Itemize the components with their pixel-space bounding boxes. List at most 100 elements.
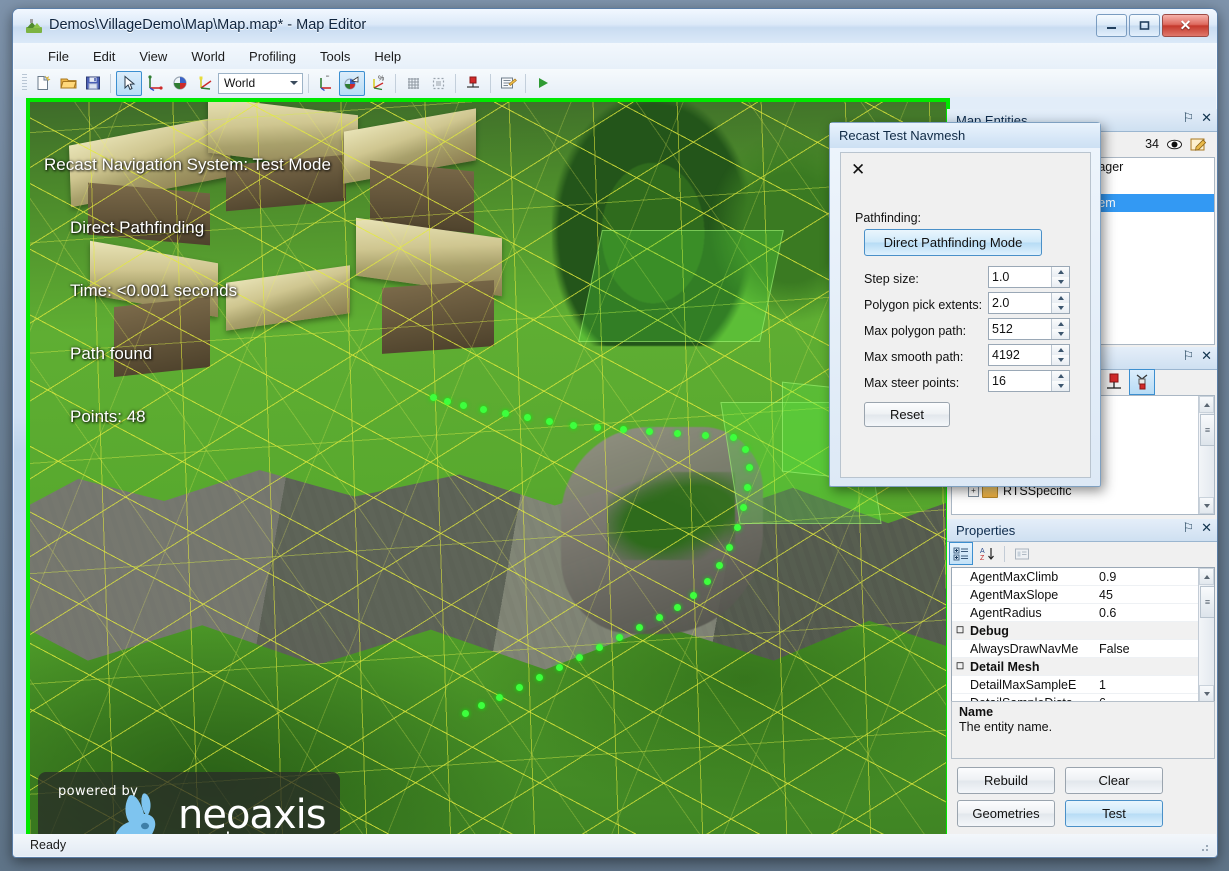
spin-up-button[interactable]: [1052, 267, 1069, 277]
3d-viewport[interactable]: Recast Navigation System: Test Mode Dire…: [26, 98, 950, 845]
test-button[interactable]: Test: [1065, 800, 1163, 827]
max-steer-points-input[interactable]: [989, 373, 1052, 389]
menu-item-world[interactable]: World: [179, 46, 237, 67]
collapse-icon[interactable]: ☐: [952, 625, 968, 636]
step-size-input[interactable]: [989, 269, 1052, 285]
coordinate-space-combo[interactable]: World: [218, 72, 303, 94]
spin-down-button[interactable]: [1052, 303, 1069, 313]
properties-scrollbar[interactable]: ≡: [1198, 568, 1214, 702]
maximize-button[interactable]: [1129, 14, 1160, 37]
geometries-button[interactable]: Geometries: [957, 800, 1055, 827]
property-value[interactable]: 0.6: [1096, 606, 1214, 620]
max-smooth-path-spinner[interactable]: [988, 344, 1070, 366]
property-value[interactable]: 45: [1096, 588, 1214, 602]
scale-percent-button[interactable]: %: [366, 72, 390, 95]
pin-icon[interactable]: ⚐: [1182, 521, 1194, 535]
spin-down-button[interactable]: [1052, 355, 1069, 365]
translate-snap-button[interactable]: ''': [314, 72, 338, 95]
menu-item-help[interactable]: Help: [362, 46, 413, 67]
property-row[interactable]: AlwaysDrawNavMe False: [952, 640, 1214, 658]
menu-item-profiling[interactable]: Profiling: [237, 46, 308, 67]
close-icon[interactable]: ✕: [1201, 111, 1212, 125]
menu-item-tools[interactable]: Tools: [308, 46, 362, 67]
menu-item-edit[interactable]: Edit: [81, 46, 127, 67]
dialog-title-bar[interactable]: Recast Test Navmesh: [830, 123, 1100, 148]
direct-pathfinding-mode-button[interactable]: Direct Pathfinding Mode: [864, 229, 1042, 256]
pin-icon[interactable]: ⚐: [1182, 349, 1194, 363]
scroll-down-button[interactable]: [1199, 685, 1214, 702]
max-steer-points-spinner[interactable]: [988, 370, 1070, 392]
save-button[interactable]: [81, 72, 105, 95]
play-button[interactable]: [531, 72, 555, 95]
property-row[interactable]: AgentRadius 0.6: [952, 604, 1214, 622]
expand-icon[interactable]: +: [968, 485, 979, 497]
spin-down-button[interactable]: [1052, 277, 1069, 287]
property-value[interactable]: 1: [1096, 678, 1214, 692]
edit-pencil-icon[interactable]: [1190, 137, 1207, 152]
close-button[interactable]: ✕: [1162, 14, 1209, 37]
open-button[interactable]: [56, 72, 80, 95]
max-smooth-path-spin-buttons[interactable]: [1051, 345, 1069, 365]
properties-grid[interactable]: AgentMaxClimb 0.9 AgentMaxSlope 45 Agent…: [951, 567, 1215, 703]
scroll-thumb[interactable]: ≡: [1200, 414, 1214, 446]
clear-button[interactable]: Clear: [1065, 767, 1163, 794]
toolbar-grip[interactable]: [22, 74, 27, 92]
scale-tool-button[interactable]: [193, 72, 217, 95]
pin-icon[interactable]: ⚐: [1182, 111, 1194, 125]
step-size-spin-buttons[interactable]: [1051, 267, 1069, 287]
close-icon[interactable]: ✕: [1201, 521, 1212, 535]
scroll-thumb[interactable]: ≡: [1200, 586, 1214, 618]
reset-button[interactable]: Reset: [864, 402, 950, 427]
select-tool-button[interactable]: [116, 70, 142, 96]
property-row[interactable]: AgentMaxSlope 45: [952, 586, 1214, 604]
max-steer-points-spin-buttons[interactable]: [1051, 371, 1069, 391]
max-polygon-path-spin-buttons[interactable]: [1051, 319, 1069, 339]
rotate-tool-button[interactable]: [168, 72, 192, 95]
property-category-row[interactable]: ☐ Detail Mesh: [952, 658, 1214, 676]
step-size-spinner[interactable]: [988, 266, 1070, 288]
eye-icon[interactable]: [1167, 138, 1182, 151]
properties-button[interactable]: [496, 72, 520, 95]
property-value[interactable]: False: [1096, 642, 1214, 656]
new-button[interactable]: [31, 72, 55, 95]
spin-up-button[interactable]: [1052, 319, 1069, 329]
spin-up-button[interactable]: [1052, 345, 1069, 355]
rotate-gizmo-button[interactable]: [339, 70, 365, 96]
move-tool-button[interactable]: [143, 72, 167, 95]
property-category-row[interactable]: ☐ Debug: [952, 622, 1214, 640]
categorized-view-button[interactable]: [949, 542, 973, 565]
entity-type-button[interactable]: [1129, 369, 1155, 395]
property-value[interactable]: 0.9: [1096, 570, 1214, 584]
max-polygon-path-spinner[interactable]: [988, 318, 1070, 340]
dialog-close-button[interactable]: ✕: [851, 161, 865, 178]
collapse-icon[interactable]: ☐: [952, 661, 968, 672]
alphabetical-sort-button[interactable]: A Z: [976, 543, 998, 564]
spin-down-button[interactable]: [1052, 329, 1069, 339]
menu-item-view[interactable]: View: [127, 46, 179, 67]
polygon-pick-extents-spin-buttons[interactable]: [1051, 293, 1069, 313]
physics-button[interactable]: [461, 72, 485, 95]
polygon-pick-extents-spinner[interactable]: [988, 292, 1070, 314]
property-row[interactable]: AgentMaxClimb 0.9: [952, 568, 1214, 586]
menu-item-file[interactable]: File: [36, 46, 81, 67]
grid-button[interactable]: [401, 72, 425, 95]
entity-types-scrollbar[interactable]: ≡: [1198, 396, 1214, 514]
create-entity-button[interactable]: [1103, 371, 1125, 393]
max-polygon-path-input[interactable]: [989, 321, 1052, 337]
bounding-box-button[interactable]: [426, 72, 450, 95]
minimize-button[interactable]: [1096, 14, 1127, 37]
recast-test-navmesh-dialog[interactable]: Recast Test Navmesh ✕ Pathfinding: Direc…: [829, 122, 1101, 487]
scroll-up-button[interactable]: [1199, 396, 1214, 413]
scroll-up-button[interactable]: [1199, 568, 1214, 585]
max-smooth-path-input[interactable]: [989, 347, 1052, 363]
close-icon[interactable]: ✕: [1201, 349, 1212, 363]
scroll-down-button[interactable]: [1199, 497, 1214, 514]
polygon-pick-extents-input[interactable]: [989, 295, 1052, 311]
resize-grip[interactable]: [1196, 839, 1210, 853]
property-pages-button[interactable]: [1011, 543, 1033, 564]
spin-up-button[interactable]: [1052, 293, 1069, 303]
spin-down-button[interactable]: [1052, 381, 1069, 391]
property-row[interactable]: DetailMaxSampleE 1: [952, 676, 1214, 694]
rebuild-button[interactable]: Rebuild: [957, 767, 1055, 794]
spin-up-button[interactable]: [1052, 371, 1069, 381]
